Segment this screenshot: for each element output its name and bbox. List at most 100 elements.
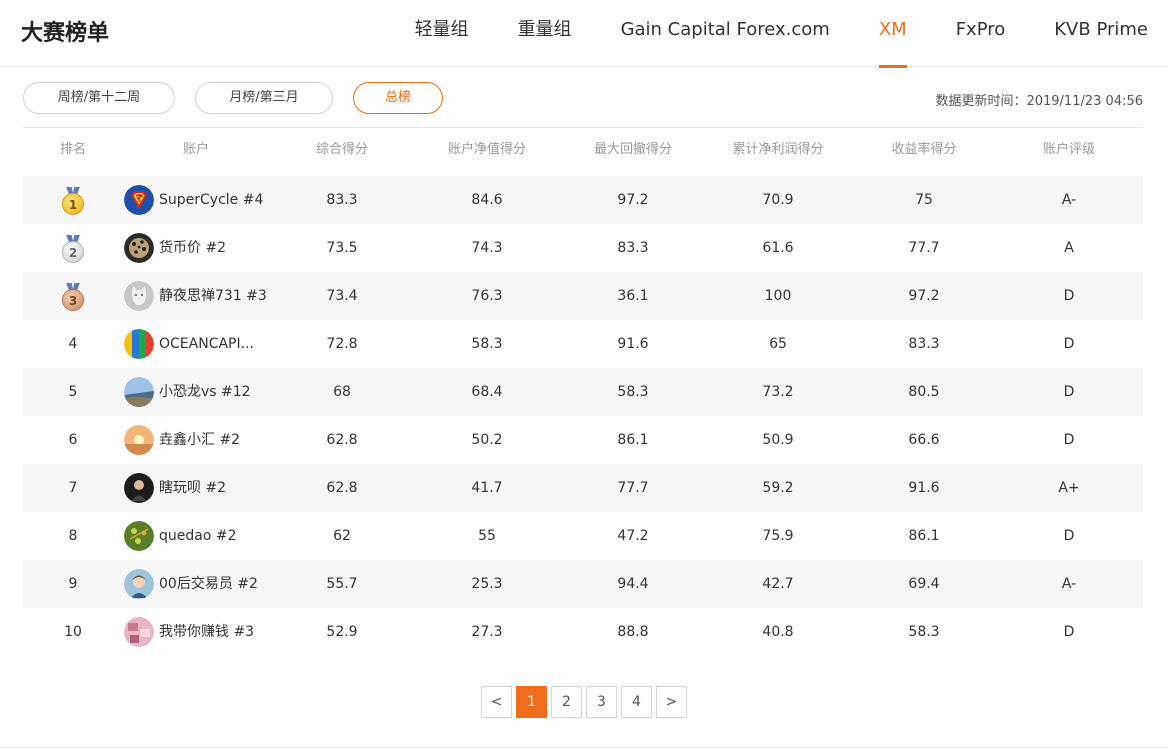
return-score-cell: 75 [915, 192, 933, 208]
page-3-button[interactable]: 3 [586, 686, 617, 718]
account-name[interactable]: 小恐龙vs #12 [159, 377, 251, 407]
page-4-button[interactable]: 4 [621, 686, 652, 718]
rating-cell: A [1064, 240, 1074, 256]
return-score-cell: 97.2 [908, 288, 940, 304]
rating-cell: A+ [1058, 480, 1080, 496]
total-score-cell: 62 [333, 528, 351, 544]
profit-score-cell: 42.7 [762, 576, 794, 592]
drawdown-score-cell: 86.1 [617, 432, 649, 448]
total-score-cell: 73.5 [326, 240, 358, 256]
account-name[interactable]: 静夜思禅731 #3 [159, 281, 267, 311]
account-cell[interactable]: 静夜思禅731 #3 [124, 281, 267, 311]
page-1-button[interactable]: 1 [516, 686, 547, 718]
account-name[interactable]: 垚鑫小汇 #2 [159, 425, 240, 455]
total-score-cell: 62.8 [326, 432, 358, 448]
header-drawdown-score: 最大回撤得分 [593, 142, 673, 157]
table-row: 5 小恐龙vs #12 68 68.4 58.3 73.2 80.5 D [23, 368, 1143, 416]
filter-overall-button[interactable]: 总榜 [353, 82, 443, 114]
table-row: 10 我带你赚钱 #3 52.9 27.3 88.8 40.8 58.3 D [23, 608, 1143, 656]
leopard-avatar-icon [124, 233, 154, 263]
boy-avatar-icon [124, 569, 154, 599]
rank-cell: 3 [62, 289, 84, 311]
account-cell[interactable]: OCEANCAPI... [124, 329, 254, 359]
account-name[interactable]: 我带你赚钱 #3 [159, 617, 254, 647]
rating-cell: D [1063, 528, 1075, 544]
return-score-cell: 80.5 [908, 384, 940, 400]
total-score-cell: 72.8 [326, 336, 358, 352]
profit-score-cell: 59.2 [762, 480, 794, 496]
divider [23, 127, 1143, 128]
account-name[interactable]: SuperCycle #4 [159, 185, 263, 215]
profit-score-cell: 65 [769, 336, 787, 352]
white-cat-avatar-icon [124, 281, 154, 311]
drawdown-score-cell: 83.3 [617, 240, 649, 256]
page-2-button[interactable]: 2 [551, 686, 582, 718]
header-equity-score: 账户净值得分 [447, 142, 527, 157]
return-score-cell: 69.4 [908, 576, 940, 592]
profit-score-cell: 100 [764, 288, 792, 304]
rank-cell: 1 [62, 193, 84, 215]
divider [0, 747, 1168, 748]
rating-cell: D [1063, 432, 1075, 448]
rating-cell: D [1063, 336, 1075, 352]
total-score-cell: 52.9 [326, 624, 358, 640]
next-page-button[interactable]: > [656, 686, 687, 718]
return-score-cell: 66.6 [908, 432, 940, 448]
header-account: 账户 [182, 142, 210, 157]
rating-cell: D [1063, 624, 1075, 640]
account-name[interactable]: 00后交易员 #2 [159, 569, 258, 599]
account-cell[interactable]: 垚鑫小汇 #2 [124, 425, 240, 455]
account-name[interactable]: 货币价 #2 [159, 233, 226, 263]
equity-score-cell: 50.2 [471, 432, 503, 448]
table-row: 4 OCEANCAPI... 72.8 58.3 91.6 65 83.3 D [23, 320, 1143, 368]
header-profit-score: 累计净利润得分 [732, 142, 824, 157]
drawdown-score-cell: 36.1 [617, 288, 649, 304]
seaside-avatar-icon [124, 377, 154, 407]
prev-page-button[interactable]: < [481, 686, 512, 718]
rank-cell: 8 [68, 528, 78, 544]
return-score-cell: 86.1 [908, 528, 940, 544]
tab-gain-capital[interactable]: Gain Capital Forex.com [621, 0, 830, 67]
table-row: 9 00后交易员 #2 55.7 25.3 94.4 42.7 69.4 A- [23, 560, 1143, 608]
drawdown-score-cell: 91.6 [617, 336, 649, 352]
account-cell[interactable]: 00后交易员 #2 [124, 569, 258, 599]
rank-cell: 6 [68, 432, 78, 448]
header-rank: 排名 [59, 142, 87, 157]
page-title: 大赛榜单 [21, 21, 110, 46]
filter-monthly-button[interactable]: 月榜/第三月 [195, 82, 333, 114]
drawdown-score-cell: 94.4 [617, 576, 649, 592]
account-cell[interactable]: quedao #2 [124, 521, 237, 551]
rank-cell: 2 [62, 241, 84, 263]
account-cell[interactable]: 瞎玩呗 #2 [124, 473, 226, 503]
account-cell[interactable]: 我带你赚钱 #3 [124, 617, 254, 647]
tab-heavy[interactable]: 重量组 [518, 0, 572, 67]
tab-kvb-prime[interactable]: KVB Prime [1054, 0, 1148, 67]
account-cell[interactable]: SuperCycle #4 [124, 185, 263, 215]
drawdown-score-cell: 88.8 [617, 624, 649, 640]
account-name[interactable]: quedao #2 [159, 521, 237, 551]
rank-cell: 7 [68, 480, 78, 496]
tab-fxpro[interactable]: FxPro [956, 0, 1006, 67]
account-name[interactable]: 瞎玩呗 #2 [159, 473, 226, 503]
equity-score-cell: 74.3 [471, 240, 503, 256]
tab-light[interactable]: 轻量组 [415, 0, 469, 67]
table-row: 2 货币价 #2 73.5 74.3 83.3 61.6 77.7 A [23, 224, 1143, 272]
account-cell[interactable]: 小恐龙vs #12 [124, 377, 251, 407]
table-row: 6 垚鑫小汇 #2 62.8 50.2 86.1 50.9 66.6 D [23, 416, 1143, 464]
equity-score-cell: 27.3 [471, 624, 503, 640]
equity-score-cell: 41.7 [471, 480, 503, 496]
equity-score-cell: 58.3 [471, 336, 503, 352]
tab-xm[interactable]: XM [878, 0, 907, 68]
rating-cell: D [1063, 384, 1075, 400]
filter-weekly-button[interactable]: 周榜/第十二周 [23, 82, 175, 114]
header-rating: 账户评级 [1042, 142, 1096, 157]
account-cell[interactable]: 货币价 #2 [124, 233, 226, 263]
rating-cell: A- [1061, 192, 1077, 208]
table-row: 1 SuperCycle #4 83.3 84.6 97.2 70.9 75 A- [23, 176, 1143, 224]
account-name[interactable]: OCEANCAPI... [159, 329, 254, 359]
table-row: 3 静夜思禅731 #3 73.4 76.3 36.1 100 97.2 D [23, 272, 1143, 320]
colorful-stripes-avatar-icon [124, 329, 154, 359]
table-header: 排名 账户 综合得分 账户净值得分 最大回撤得分 累计净利润得分 收益率得分 账… [23, 138, 1143, 168]
profit-score-cell: 70.9 [762, 192, 794, 208]
table-row: 8 quedao #2 62 55 47.2 75.9 86.1 D [23, 512, 1143, 560]
